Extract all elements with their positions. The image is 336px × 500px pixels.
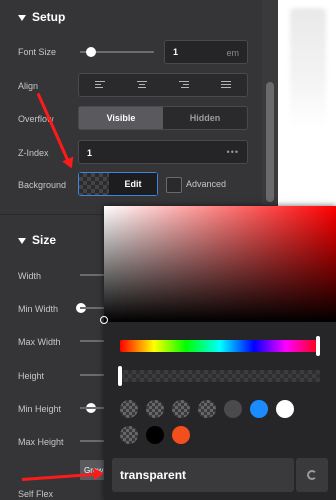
align-right-icon (179, 81, 189, 89)
height-label: Height (18, 371, 45, 381)
preset-swatch[interactable] (172, 400, 190, 418)
saturation-value-area[interactable] (104, 206, 336, 322)
align-center-button[interactable] (121, 74, 163, 96)
font-size-slider-thumb[interactable] (86, 47, 96, 57)
min-width-label: Min Width (18, 304, 59, 314)
font-size-input[interactable]: 1 em (164, 40, 248, 64)
more-options-icon[interactable]: ••• (227, 147, 239, 157)
overflow-hidden-button[interactable]: Hidden (163, 107, 247, 129)
transparent-swatch-icon (79, 173, 109, 195)
advanced-checkbox[interactable] (166, 177, 182, 193)
align-left-icon (95, 81, 105, 89)
align-segmented-control (78, 73, 248, 97)
max-height-slider[interactable] (80, 440, 104, 442)
max-width-slider[interactable] (80, 340, 104, 342)
preset-swatch[interactable] (146, 426, 164, 444)
setup-section-header[interactable]: Setup (18, 10, 65, 24)
advanced-label: Advanced (186, 179, 227, 189)
preset-swatch[interactable] (120, 400, 138, 418)
preset-swatch[interactable] (250, 400, 268, 418)
overflow-visible-button[interactable]: Visible (79, 107, 163, 129)
align-label: Align (18, 81, 39, 91)
background-label: Background (18, 180, 67, 190)
min-height-label: Min Height (18, 404, 62, 414)
font-size-label: Font Size (18, 47, 57, 57)
width-slider[interactable] (80, 274, 104, 276)
background-edit-label: Edit (109, 173, 157, 195)
align-center-icon (137, 81, 147, 89)
alpha-slider[interactable] (120, 370, 320, 382)
font-size-unit[interactable]: em (226, 48, 239, 58)
preset-swatch[interactable] (120, 426, 138, 444)
max-height-label: Max Height (18, 437, 64, 447)
font-size-value: 1 (173, 47, 179, 57)
align-left-button[interactable] (79, 74, 121, 96)
z-index-label: Z-Index (18, 148, 49, 158)
width-label: Width (18, 271, 42, 281)
min-height-slider[interactable] (80, 407, 104, 409)
overflow-segmented-control: Visible Hidden (78, 106, 248, 130)
hue-slider[interactable] (120, 340, 320, 352)
saturation-cursor[interactable] (100, 316, 108, 324)
alpha-slider-thumb[interactable] (118, 366, 122, 386)
max-width-label: Max Width (18, 337, 61, 347)
preview-content-image (290, 8, 326, 128)
color-value-input[interactable]: transparent (112, 458, 294, 492)
preset-swatch[interactable] (198, 400, 216, 418)
background-edit-button[interactable]: Edit (78, 172, 158, 196)
z-index-value: 1 (87, 148, 93, 158)
align-right-button[interactable] (163, 74, 205, 96)
align-justify-button[interactable] (205, 74, 247, 96)
color-picker-popup: transparent (100, 206, 336, 500)
scrollbar-thumb[interactable] (266, 82, 274, 202)
self-flex-label: Self Flex (18, 489, 54, 499)
reset-icon (307, 470, 317, 480)
size-title: Size (32, 233, 57, 247)
reset-color-button[interactable] (296, 458, 328, 492)
align-justify-icon (221, 81, 231, 89)
z-index-input[interactable]: 1 ••• (78, 140, 248, 164)
setup-title: Setup (32, 10, 66, 24)
preset-swatch[interactable] (172, 426, 190, 444)
preset-swatch[interactable] (276, 400, 294, 418)
preset-swatch[interactable] (224, 400, 242, 418)
hue-slider-thumb[interactable] (316, 336, 320, 356)
size-section-header[interactable]: Size (18, 233, 56, 247)
collapse-triangle-icon (18, 237, 26, 244)
min-width-slider[interactable] (80, 307, 104, 309)
preset-swatch[interactable] (146, 400, 164, 418)
height-slider[interactable] (80, 374, 104, 376)
collapse-triangle-icon (18, 14, 26, 21)
